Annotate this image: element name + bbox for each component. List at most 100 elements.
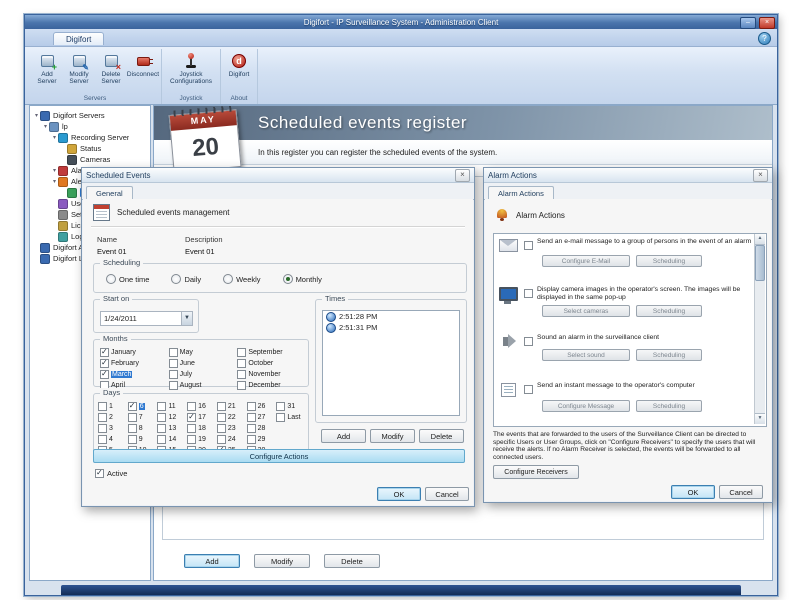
ok-button[interactable]: OK <box>671 485 715 499</box>
day-checkbox-2[interactable]: 2 <box>98 413 126 422</box>
day-checkbox-16[interactable]: 16 <box>187 402 215 411</box>
day-checkbox-13[interactable]: 13 <box>157 424 185 433</box>
alarm-action-button-configure-message[interactable]: Configure Message <box>542 400 630 412</box>
alarm-action-button-scheduling[interactable]: Scheduling <box>636 400 702 412</box>
radio-one-time[interactable]: One time <box>106 274 149 284</box>
configure-receivers-button[interactable]: Configure Receivers <box>493 465 579 479</box>
checkbox-icon[interactable] <box>524 385 533 394</box>
tree-item-cameras[interactable]: Cameras <box>30 154 150 165</box>
radio-weekly[interactable]: Weekly <box>223 274 260 284</box>
time-add-button[interactable]: Add <box>321 429 366 443</box>
day-checkbox-19[interactable]: 19 <box>187 435 215 444</box>
name-input[interactable]: Event 01 <box>97 247 181 256</box>
day-checkbox-9[interactable]: 9 <box>128 435 156 444</box>
joystick-configurations-button[interactable]: Joystick Configurations <box>165 51 217 86</box>
month-checkbox-october[interactable]: October <box>237 359 302 368</box>
chevron-down-icon[interactable]: ▼ <box>181 312 192 325</box>
radio-monthly[interactable]: Monthly <box>283 274 322 284</box>
cancel-button[interactable]: Cancel <box>719 485 763 499</box>
day-checkbox-1[interactable]: 1 <box>98 402 126 411</box>
expander-icon[interactable]: ▾ <box>51 134 58 141</box>
help-icon[interactable]: ? <box>758 32 771 45</box>
checkbox-icon[interactable] <box>524 241 533 250</box>
month-checkbox-january[interactable]: January <box>100 348 165 357</box>
day-checkbox-7[interactable]: 7 <box>128 413 156 422</box>
description-input[interactable]: Event 01 <box>185 247 269 256</box>
tab-general[interactable]: General <box>86 186 133 200</box>
scroll-down-icon[interactable]: ▼ <box>755 413 765 424</box>
time-entry[interactable]: 2:51:31 PM <box>323 322 459 333</box>
scheduled-events-titlebar[interactable]: Scheduled Events × <box>82 168 474 183</box>
month-checkbox-may[interactable]: May <box>169 348 234 357</box>
expander-icon[interactable]: ▾ <box>51 178 58 185</box>
modify-server-button[interactable]: ✎ Modify Server <box>64 51 94 86</box>
alarm-action-button-scheduling[interactable]: Scheduling <box>636 255 702 267</box>
month-checkbox-december[interactable]: December <box>237 381 302 390</box>
day-checkbox-21[interactable]: 21 <box>217 402 245 411</box>
day-checkbox-27[interactable]: 27 <box>247 413 275 422</box>
close-icon[interactable]: × <box>455 169 470 182</box>
month-checkbox-july[interactable]: July <box>169 370 234 379</box>
alarm-action-button-scheduling[interactable]: Scheduling <box>636 349 702 361</box>
ribbon-tab-digifort[interactable]: Digifort <box>53 32 104 45</box>
day-checkbox-last[interactable]: Last <box>276 413 304 422</box>
day-checkbox-4[interactable]: 4 <box>98 435 126 444</box>
scroll-up-icon[interactable]: ▲ <box>755 234 765 245</box>
day-checkbox-18[interactable]: 18 <box>187 424 215 433</box>
configure-actions-button[interactable]: Configure Actions <box>93 449 465 463</box>
time-delete-button[interactable]: Delete <box>419 429 464 443</box>
tree-item-lp[interactable]: ▾lp <box>30 121 150 132</box>
month-checkbox-august[interactable]: August <box>169 381 234 390</box>
modify-button[interactable]: Modify <box>254 554 310 568</box>
alarm-action-button-scheduling[interactable]: Scheduling <box>636 305 702 317</box>
day-checkbox-24[interactable]: 24 <box>217 435 245 444</box>
checkbox-icon[interactable] <box>524 337 533 346</box>
start-date-input[interactable]: 1/24/2011 ▼ <box>100 311 193 326</box>
day-checkbox-12[interactable]: 12 <box>157 413 185 422</box>
day-checkbox-31[interactable]: 31 <box>276 402 304 411</box>
radio-daily[interactable]: Daily <box>171 274 201 284</box>
day-checkbox-14[interactable]: 14 <box>157 435 185 444</box>
add-server-button[interactable]: + Add Server <box>32 51 62 86</box>
alarm-action-button-configure-e-mail[interactable]: Configure E-Mail <box>542 255 630 267</box>
day-checkbox-3[interactable]: 3 <box>98 424 126 433</box>
expander-icon[interactable]: ▾ <box>42 123 49 130</box>
tab-alarm-actions[interactable]: Alarm Actions <box>488 186 554 200</box>
day-checkbox-29[interactable]: 29 <box>247 435 275 444</box>
alarm-action-button-select-sound[interactable]: Select sound <box>542 349 630 361</box>
delete-server-button[interactable]: × Delete Server <box>96 51 126 86</box>
day-checkbox-8[interactable]: 8 <box>128 424 156 433</box>
checkbox-icon[interactable] <box>524 289 533 298</box>
delete-button[interactable]: Delete <box>324 554 380 568</box>
day-checkbox-26[interactable]: 26 <box>247 402 275 411</box>
month-checkbox-september[interactable]: September <box>237 348 302 357</box>
month-checkbox-february[interactable]: February <box>100 359 165 368</box>
expander-icon[interactable]: ▾ <box>33 112 40 119</box>
ok-button[interactable]: OK <box>377 487 421 501</box>
cancel-button[interactable]: Cancel <box>425 487 469 501</box>
day-checkbox-17[interactable]: 17 <box>187 413 215 422</box>
digifort-about-button[interactable]: Digifort <box>224 51 254 79</box>
day-checkbox-28[interactable]: 28 <box>247 424 275 433</box>
minimize-button[interactable]: – <box>740 17 756 29</box>
tree-item-recording-server[interactable]: ▾Recording Server <box>30 132 150 143</box>
month-checkbox-november[interactable]: November <box>237 370 302 379</box>
scrollbar[interactable]: ▲ ▼ <box>754 234 765 424</box>
tree-item-digifort-servers[interactable]: ▾Digifort Servers <box>30 110 150 121</box>
alarm-actions-titlebar[interactable]: Alarm Actions × <box>484 168 772 183</box>
times-list[interactable]: 2:51:28 PM2:51:31 PM <box>322 310 460 416</box>
day-checkbox-6[interactable]: 6 <box>128 402 156 411</box>
day-checkbox-11[interactable]: 11 <box>157 402 185 411</box>
add-button[interactable]: Add <box>184 554 240 568</box>
month-checkbox-march[interactable]: March <box>100 370 165 379</box>
month-checkbox-june[interactable]: June <box>169 359 234 368</box>
tree-item-status[interactable]: Status <box>30 143 150 154</box>
expander-icon[interactable]: ▾ <box>51 167 58 174</box>
day-checkbox-23[interactable]: 23 <box>217 424 245 433</box>
alarm-action-button-select-cameras[interactable]: Select cameras <box>542 305 630 317</box>
disconnect-button[interactable]: Disconnect <box>128 51 158 79</box>
time-entry[interactable]: 2:51:28 PM <box>323 311 459 322</box>
active-checkbox[interactable]: Active <box>95 469 127 478</box>
close-icon[interactable]: × <box>753 169 768 182</box>
scrollbar-thumb[interactable] <box>755 245 765 281</box>
